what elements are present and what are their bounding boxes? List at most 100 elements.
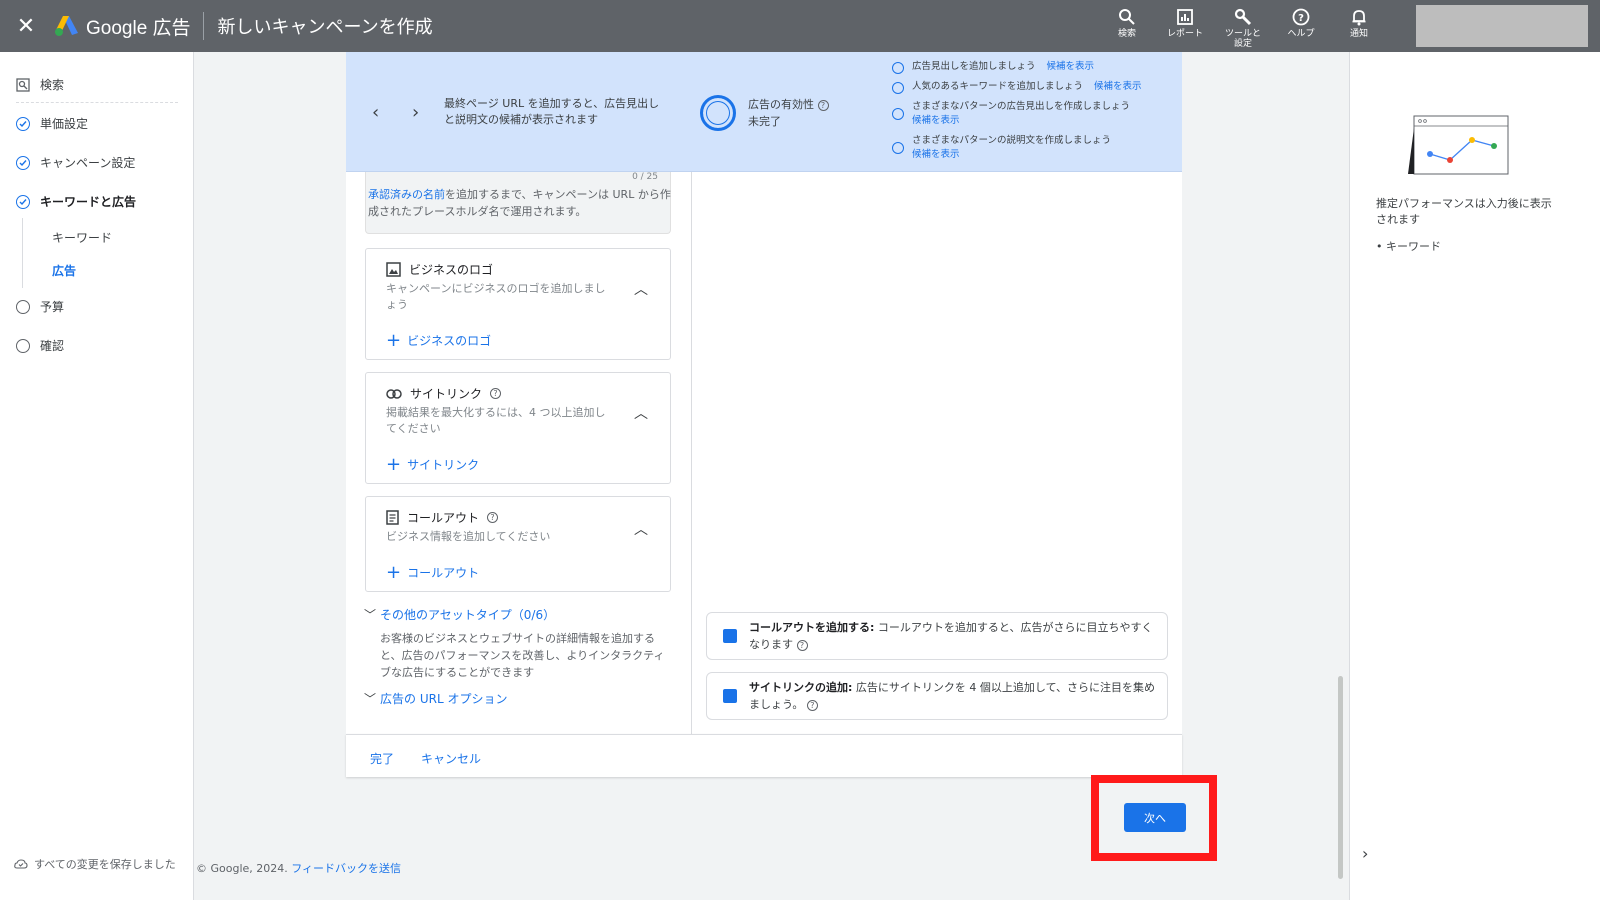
performance-bullet: • キーワード: [1376, 240, 1441, 253]
chevron-up-icon[interactable]: ︿: [634, 403, 648, 423]
page-title: 新しいキャンペーンを作成: [217, 17, 433, 37]
url-options-toggle[interactable]: ﹀ 広告の URL オプション: [364, 690, 507, 707]
empty-circle-icon: [892, 62, 904, 74]
copyright-text: © Google, 2024.: [196, 862, 288, 875]
check-circle-icon: [16, 116, 30, 131]
callout-title: コールアウト: [407, 511, 480, 525]
report-icon: [1176, 7, 1194, 27]
nav-sub-keywords[interactable]: キーワード: [52, 229, 112, 246]
google-ads-logo-icon: [55, 16, 78, 36]
search-tool[interactable]: 検索: [1098, 0, 1156, 52]
recommendation-callout[interactable]: コールアウトを追加する: コールアウトを追加すると、広告がさらに目立ちやすくなり…: [706, 612, 1168, 660]
scrollbar[interactable]: [1338, 676, 1343, 879]
chevron-up-icon[interactable]: ︿: [634, 279, 648, 299]
notification-tool-label: 通知: [1349, 29, 1368, 39]
plus-icon: +: [386, 329, 402, 351]
account-switcher[interactable]: [1416, 5, 1588, 47]
report-tool[interactable]: レポート: [1156, 0, 1214, 52]
business-name-field[interactable]: 0 / 25 承認済みの名前を追加するまで、キャンペーンは URL から作成され…: [365, 172, 671, 234]
chevron-up-icon[interactable]: ︿: [634, 519, 648, 539]
help-icon: ?: [1292, 7, 1310, 27]
svg-text:?: ?: [1298, 13, 1304, 24]
ad-effectiveness-status: 未完了: [748, 115, 781, 128]
empty-circle-icon: [892, 82, 904, 94]
other-asset-types-label: その他のアセットタイプ（0/6）: [380, 608, 556, 622]
help-icon[interactable]: ?: [796, 640, 808, 651]
ad-strength-banner: ‹ › 最終ページ URL を追加すると、広告見出しと説明文の候補が表示されます…: [346, 52, 1182, 172]
performance-chart-illustration: [1408, 115, 1509, 175]
performance-panel: 推定パフォーマンスは入力後に表示されます • キーワード ›: [1349, 52, 1600, 900]
nav-item-label: キャンペーン設定: [40, 156, 136, 170]
recommendation-sitelink[interactable]: サイトリンクの追加: 広告にサイトリンクを 4 個以上追加して、さらに注目を集め…: [706, 672, 1168, 720]
nav-search[interactable]: 検索: [16, 76, 64, 93]
show-suggestions-link[interactable]: 候補を表示: [912, 149, 960, 160]
cancel-button[interactable]: キャンセル: [421, 750, 481, 767]
show-suggestions-link[interactable]: 候補を表示: [1094, 81, 1142, 92]
business-logo-header: ビジネスのロゴ: [386, 261, 493, 278]
tip-item: 人気のあるキーワードを追加しましょう 候補を表示: [892, 80, 1172, 94]
tips-list: 広告見出しを追加しましょう 候補を表示 人気のあるキーワードを追加しましょう 候…: [892, 60, 1172, 168]
character-counter: 0 / 25: [632, 172, 658, 182]
add-sitelink-button[interactable]: + サイトリンク: [386, 455, 479, 473]
nav-item-keywords-ads[interactable]: キーワードと広告: [16, 193, 136, 210]
help-icon[interactable]: ?: [817, 100, 829, 111]
help-icon[interactable]: ?: [487, 512, 499, 523]
chevron-right-icon[interactable]: ›: [1362, 844, 1368, 863]
nav-item-review[interactable]: 確認: [16, 337, 64, 354]
sitelink-desc: 掲載結果を最大化するには、4 つ以上追加してください: [386, 406, 606, 435]
chevron-right-icon[interactable]: ›: [412, 102, 419, 123]
nav-item-campaign-settings[interactable]: キャンペーン設定: [16, 154, 135, 171]
callout-section: コールアウト ? ビジネス情報を追加してください ︿ + コールアウト: [365, 496, 671, 592]
google-ads-logo: Google 広告: [54, 13, 191, 40]
other-asset-types-toggle[interactable]: ﹀ その他のアセットタイプ（0/6）: [364, 606, 555, 623]
show-suggestions-link[interactable]: 候補を表示: [912, 115, 960, 126]
help-icon[interactable]: ?: [490, 388, 502, 399]
ad-strength-ring: [700, 95, 736, 131]
search-icon: [16, 77, 30, 92]
notification-tool[interactable]: 通知: [1330, 0, 1388, 52]
empty-circle-icon: [892, 142, 904, 154]
feedback-link[interactable]: フィードバックを送信: [291, 862, 401, 875]
done-button[interactable]: 完了: [370, 750, 394, 767]
cloud-check-icon: [14, 859, 28, 869]
search-tool-label: 検索: [1117, 29, 1136, 39]
add-business-logo-button[interactable]: + ビジネスのロゴ: [386, 329, 491, 351]
bell-icon: [1350, 7, 1368, 27]
chevron-left-icon[interactable]: ‹: [372, 102, 379, 123]
recommendation-title: コールアウトを追加する:: [749, 621, 875, 634]
recommendation-text: コールアウトを追加する: コールアウトを追加すると、広告がさらに目立ちやすくなり…: [749, 619, 1159, 653]
search-icon: [1118, 7, 1136, 27]
recommendation-text: サイトリンクの追加: 広告にサイトリンクを 4 個以上追加して、さらに注目を集め…: [749, 679, 1159, 713]
nav-item-budget[interactable]: 予算: [16, 298, 64, 315]
nav-item-bidding[interactable]: 単価設定: [16, 115, 88, 132]
next-button[interactable]: 次へ: [1124, 803, 1186, 832]
report-tool-label: レポート: [1166, 29, 1203, 39]
add-callout-button[interactable]: + コールアウト: [386, 561, 479, 583]
business-logo-section: ビジネスのロゴ キャンペーンにビジネスのロゴを追加しましょう ︿ + ビジネスの…: [365, 248, 671, 360]
add-asset-icon: [723, 629, 737, 643]
tools-settings-tool[interactable]: ツールと 設定: [1214, 0, 1272, 52]
nav-sub-ads[interactable]: 広告: [52, 262, 76, 279]
show-suggestions-link[interactable]: 候補を表示: [1047, 61, 1095, 72]
ad-effectiveness-title: 広告の有効性 ?: [748, 96, 829, 112]
plus-icon: +: [386, 561, 402, 583]
check-circle-icon: [16, 155, 30, 170]
title-separator: [202, 12, 204, 40]
left-nav: 検索 単価設定 キャンペーン設定 キーワードと広告 キーワード 広告 予算 確認…: [0, 52, 194, 900]
tip-text: さまざまなパターンの広告見出しを作成しましょう: [912, 101, 1131, 112]
banner-message: 最終ページ URL を追加すると、広告見出しと説明文の候補が表示されます: [444, 97, 660, 126]
sitelink-header: サイトリンク ?: [386, 385, 502, 402]
empty-circle-icon: [16, 299, 30, 314]
help-icon[interactable]: ?: [806, 700, 818, 711]
save-status-text: すべての変更を保存しました: [34, 858, 176, 871]
chevron-down-icon: ﹀: [364, 608, 377, 622]
tip-item: さまざまなパターンの広告見出しを作成しましょう 候補を表示: [892, 100, 1172, 128]
close-icon[interactable]: ✕: [0, 0, 52, 52]
business-name-note: 承認済みの名前を追加するまで、キャンペーンは URL から作成されたプレースホル…: [368, 186, 672, 220]
approved-name-link[interactable]: 承認済みの名前: [368, 188, 445, 201]
help-tool[interactable]: ? ヘルプ: [1272, 0, 1330, 52]
callout-header: コールアウト ?: [386, 509, 499, 526]
empty-circle-icon: [892, 108, 904, 120]
performance-note: 推定パフォーマンスは入力後に表示されます: [1376, 197, 1552, 226]
sitelink-title: サイトリンク: [410, 387, 483, 401]
